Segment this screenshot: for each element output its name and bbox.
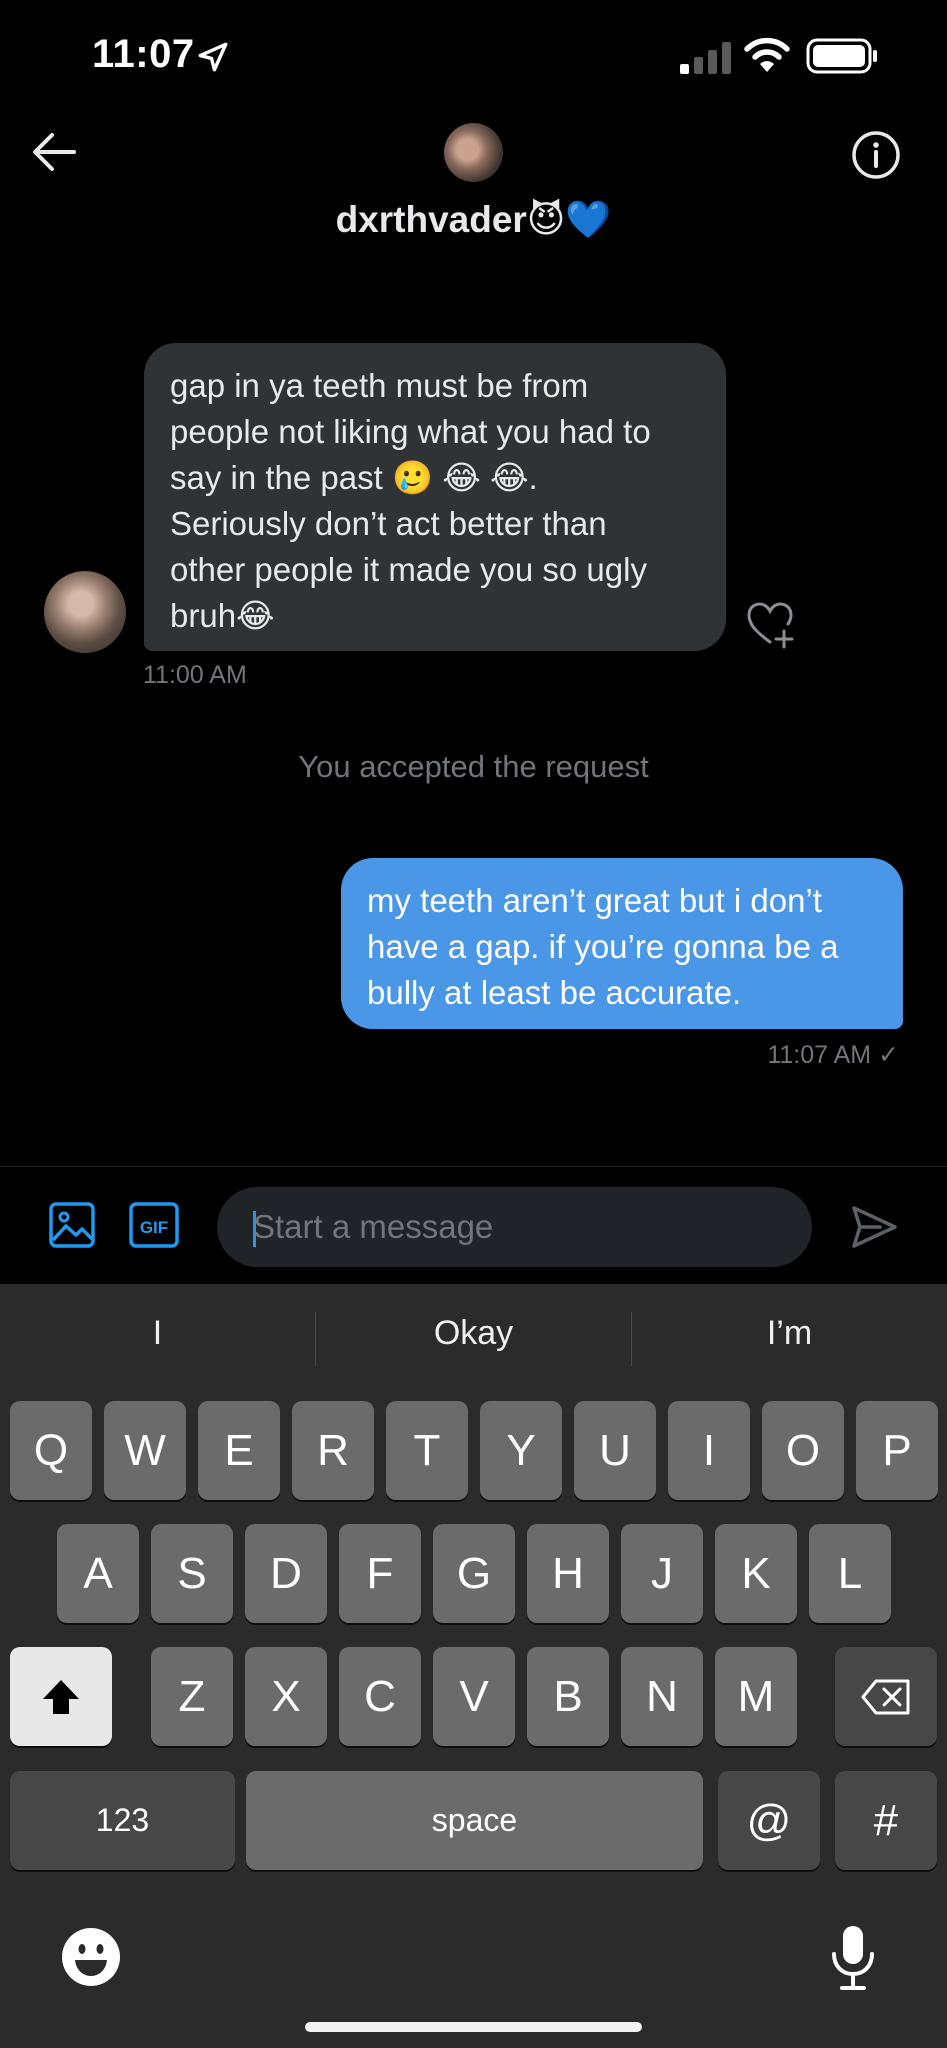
key-o[interactable]: O xyxy=(762,1401,844,1500)
key-d[interactable]: D xyxy=(245,1524,327,1623)
suggestion-item[interactable]: I xyxy=(0,1314,315,1353)
send-icon[interactable] xyxy=(850,1203,898,1251)
key-q[interactable]: Q xyxy=(10,1401,92,1500)
wifi-icon xyxy=(744,37,790,72)
info-icon[interactable] xyxy=(851,130,901,180)
key-m[interactable]: M xyxy=(715,1647,797,1746)
status-bar: 11:07 xyxy=(0,0,947,115)
header-avatar[interactable] xyxy=(444,123,503,182)
backspace-icon xyxy=(861,1679,910,1714)
key-r[interactable]: R xyxy=(292,1401,374,1500)
key-e[interactable]: E xyxy=(198,1401,280,1500)
key-b[interactable]: B xyxy=(527,1647,609,1746)
key-t[interactable]: T xyxy=(386,1401,468,1500)
key-p[interactable]: P xyxy=(856,1401,938,1500)
message-composer: GIF xyxy=(0,1166,947,1284)
shift-key[interactable] xyxy=(10,1647,112,1746)
home-indicator xyxy=(305,2022,642,2032)
key-g[interactable]: G xyxy=(433,1524,515,1623)
delete-key[interactable] xyxy=(835,1647,937,1746)
key-c[interactable]: C xyxy=(339,1647,421,1746)
shift-arrow-icon xyxy=(43,1679,79,1714)
key-h[interactable]: H xyxy=(527,1524,609,1623)
suggestion-item[interactable]: Okay xyxy=(316,1314,631,1353)
add-reaction-heart-icon[interactable] xyxy=(745,600,795,650)
text-caret xyxy=(253,1211,256,1247)
svg-text:GIF: GIF xyxy=(140,1218,168,1237)
microphone-icon[interactable] xyxy=(828,1924,878,1992)
key-z[interactable]: Z xyxy=(151,1647,233,1746)
key-v[interactable]: V xyxy=(433,1647,515,1746)
conversation-username[interactable]: dxrthvader😈💙 xyxy=(0,198,947,242)
gif-icon[interactable]: GIF xyxy=(128,1201,180,1249)
cellular-signal-icon xyxy=(680,42,731,74)
key-j[interactable]: J xyxy=(621,1524,703,1623)
request-accepted-notice: You accepted the request xyxy=(298,749,649,784)
key-i[interactable]: I xyxy=(668,1401,750,1500)
battery-icon xyxy=(806,38,877,74)
key-f[interactable]: F xyxy=(339,1524,421,1623)
incoming-message-bubble[interactable]: gap in ya teeth must be from people not … xyxy=(144,343,726,651)
space-key[interactable]: space xyxy=(246,1771,703,1870)
numbers-key[interactable]: 123 xyxy=(10,1771,235,1870)
emoji-icon[interactable] xyxy=(60,1926,122,1988)
incoming-message-time: 11:00 AM xyxy=(143,661,247,689)
hash-key[interactable]: # xyxy=(835,1771,937,1870)
on-screen-keyboard: I Okay I’m Q W E R T Y U I O P A S D F G… xyxy=(0,1284,947,2048)
at-key[interactable]: @ xyxy=(718,1771,820,1870)
key-k[interactable]: K xyxy=(715,1524,797,1623)
back-arrow-icon[interactable] xyxy=(30,130,78,174)
key-x[interactable]: X xyxy=(245,1647,327,1746)
key-s[interactable]: S xyxy=(151,1524,233,1623)
outgoing-message-bubble[interactable]: my teeth aren’t great but i don’t have a… xyxy=(341,858,903,1029)
location-arrow-icon xyxy=(198,42,228,72)
key-l[interactable]: L xyxy=(809,1524,891,1623)
status-time: 11:07 xyxy=(92,32,195,76)
key-n[interactable]: N xyxy=(621,1647,703,1746)
suggestion-item[interactable]: I’m xyxy=(632,1314,947,1353)
key-w[interactable]: W xyxy=(104,1401,186,1500)
suggestion-bar: I Okay I’m xyxy=(0,1284,947,1396)
key-u[interactable]: U xyxy=(574,1401,656,1500)
message-input[interactable] xyxy=(217,1187,812,1267)
outgoing-message-time: 11:07 AM ✓ xyxy=(767,1041,899,1069)
sender-avatar[interactable] xyxy=(44,571,126,653)
image-media-icon[interactable] xyxy=(48,1201,96,1249)
key-y[interactable]: Y xyxy=(480,1401,562,1500)
key-a[interactable]: A xyxy=(57,1524,139,1623)
